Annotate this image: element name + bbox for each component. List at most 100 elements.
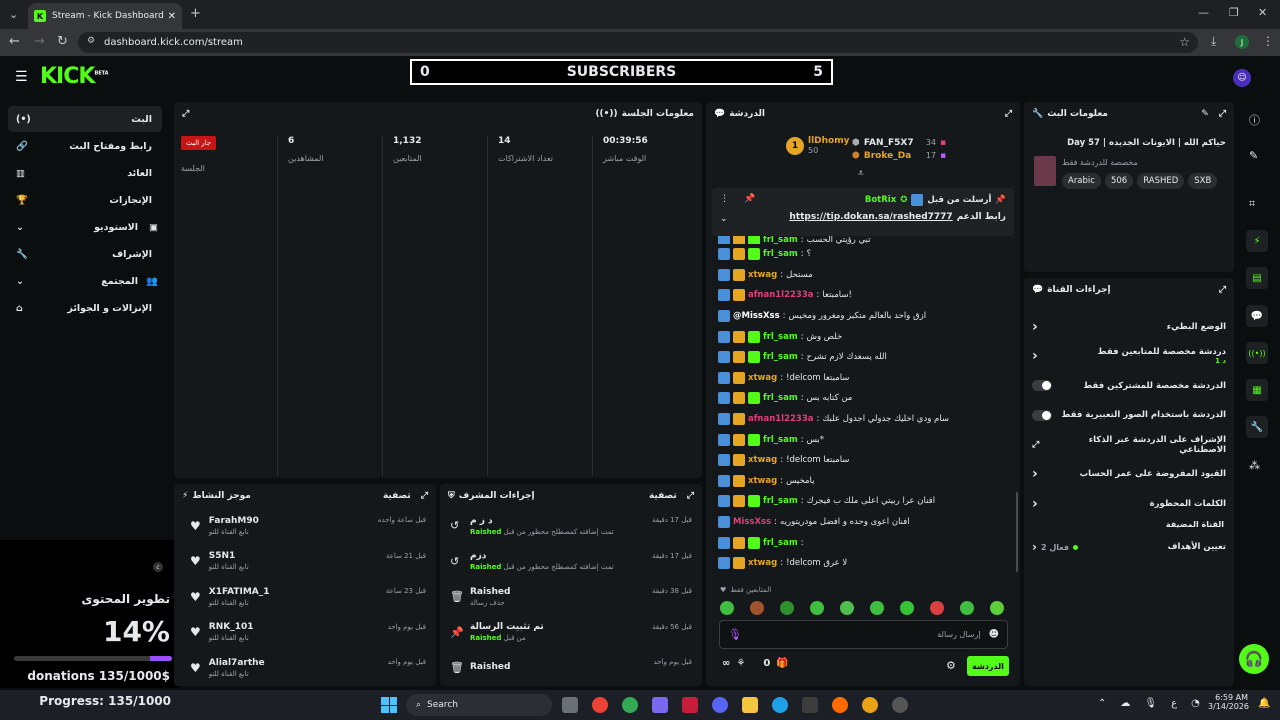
emote-icon[interactable] (840, 601, 854, 615)
channel-action-item[interactable]: الدردشة مخصصة للمشتركين فقط (1024, 371, 1234, 401)
modlog-moderator[interactable]: Raished (470, 563, 501, 571)
puzzle-icon[interactable]: ⁂ (1249, 459, 1260, 472)
emote-icon[interactable] (960, 601, 974, 615)
expand-icon[interactable]: ⤢ (182, 109, 189, 119)
site-info-icon[interactable]: ⚙ (87, 36, 95, 46)
top-gifter-1[interactable]: 1 llDhomy 50 (786, 136, 849, 155)
broadcast-icon[interactable]: ((•)) (1246, 342, 1268, 364)
pinned-link[interactable]: https://tip.dokan.sa/rashed7777 (789, 212, 952, 222)
chrome-icon[interactable] (592, 697, 608, 713)
activity-item[interactable]: ♥ S5N1 تابع القناة للتو قبل 21 ساعة (190, 544, 436, 580)
chat-scrollbar[interactable] (1016, 492, 1018, 572)
chat-icon[interactable]: 💬 (1246, 305, 1268, 327)
collapse-leaderboard-icon[interactable]: ⩡ (858, 168, 864, 179)
tag-chip[interactable]: RASHED (1137, 173, 1185, 189)
chat-username[interactable]: frl_sam (763, 249, 798, 259)
chat-username[interactable]: xtwag (748, 455, 777, 465)
send-chat-button[interactable]: الدردشة (967, 656, 1009, 676)
chat-username[interactable]: afnan1l2233a (748, 414, 814, 424)
layers-icon[interactable]: ▦ (1246, 379, 1268, 401)
activity-item[interactable]: ♥ Alial7arthe تابع القناة للتو قبل يوم واحد (190, 650, 436, 686)
help-support-icon[interactable]: 🎧 (1239, 644, 1269, 674)
language-indicator[interactable]: ع (1171, 698, 1177, 709)
chat-message[interactable]: frl_sam: الله يسعدك لازم تشرح (718, 347, 887, 368)
emote-icon[interactable] (900, 601, 914, 615)
chat-message[interactable]: MissXss: افنان اعوى وحده و افضل مودريتوري… (718, 512, 910, 533)
chat-message[interactable]: @MissXss: ازق واحد بالعالم متكبر ومغرور و… (718, 306, 926, 327)
chevron-down-icon[interactable]: ⌄ (720, 214, 728, 224)
expand-icon[interactable]: ⤢ (1219, 285, 1226, 295)
chat-message[interactable]: xtwag: مستحل (718, 265, 813, 286)
activity-item[interactable]: ♥ RNK_101 تابع القناة للتو قبل يوم واحد (190, 615, 436, 651)
copilot-icon[interactable] (652, 697, 668, 713)
hamburger-menu-icon[interactable]: ☰ (15, 69, 28, 85)
sidebar-item-community[interactable]: ⌄ المجتمع 👥 (8, 268, 162, 294)
chat-username[interactable]: frl_sam (763, 236, 798, 244)
chat-username[interactable]: frl_sam (763, 393, 798, 403)
chat-username[interactable]: xtwag (748, 476, 777, 486)
chat-message[interactable]: frl_sam: تبي رؤيتي الحسب (718, 236, 871, 244)
chat-username[interactable]: frl_sam (763, 332, 798, 342)
edit-pencil-icon[interactable]: ✎ (1201, 109, 1209, 119)
bookmark-star-icon[interactable]: ☆ (1179, 35, 1190, 49)
modlog-item[interactable]: 📌 تم تثبيت الرسالة Raished من قبل قبل 56 دق… (450, 615, 702, 651)
user-avatar[interactable]: ☺ (1233, 69, 1251, 87)
chat-message[interactable]: frl_sam: بس* (718, 429, 824, 450)
cloud-icon[interactable]: ☁ (1120, 698, 1130, 709)
store-icon[interactable] (802, 697, 818, 713)
activity-filter-button[interactable]: تصفية (383, 491, 411, 501)
chat-username[interactable]: xtwag (748, 270, 777, 280)
chat-username[interactable]: frl_sam (763, 352, 798, 362)
pinned-user[interactable]: BotRix (865, 195, 896, 205)
reload-icon[interactable]: ↻ (57, 34, 68, 49)
modlog-moderator[interactable]: Raished (470, 634, 501, 642)
modlog-item[interactable]: ↺ د ز م Raished تمت إضافته كمصطلح محظور من… (450, 508, 702, 544)
expand-icon[interactable]: ⤢ (1219, 109, 1226, 119)
back-icon[interactable]: ← (9, 34, 20, 49)
more-options-icon[interactable]: ⋮ (720, 194, 729, 204)
wifi-icon[interactable]: ◔ (1191, 698, 1200, 709)
channel-action-item[interactable]: › الوضع البطيء (1024, 312, 1234, 342)
discord-icon[interactable] (712, 697, 728, 713)
address-bar[interactable]: ⚙ dashboard.kick.com/stream ☆ (78, 32, 1198, 53)
close-tab-icon[interactable]: ✕ (168, 11, 176, 22)
chat-message[interactable]: xtwag: !delcom لا عرق (718, 553, 847, 574)
notification-bell-icon[interactable]: 🔔 (1258, 698, 1270, 709)
emote-icon[interactable] (990, 601, 1004, 615)
chat-message[interactable]: afnan1l2233a: سام ودي اخليك جدولي اجدول ع… (718, 409, 949, 430)
chat-message[interactable]: frl_sam: ؟ (718, 244, 811, 265)
info-icon[interactable]: ⓘ (1249, 112, 1260, 128)
tag-chip[interactable]: SXB (1188, 173, 1218, 189)
chat-message[interactable]: xtwag: !delcom سامبتعا (718, 368, 849, 389)
channel-action-item[interactable]: ⤢ الإشراف على الدردشة عبر الذكاء الاصطناع… (1024, 430, 1234, 460)
chat-message[interactable]: afnan1l2233a: سامبتعا! (718, 285, 852, 306)
modlog-item[interactable]: 🗑 Raished حذف رسالة قبل 38 دقيقة (450, 579, 702, 615)
chat-username[interactable]: frl_sam (763, 496, 798, 506)
edge-icon[interactable] (772, 697, 788, 713)
emoji-picker-icon[interactable]: ☻ (989, 629, 999, 640)
sidebar-item-revenue[interactable]: ▥ العائد (8, 160, 162, 186)
activity-item[interactable]: ♥ FarahM90 تابع القناة للتو قبل ساعة واحده (190, 508, 436, 544)
sidebar-item-stream-key[interactable]: 🔗 رابط ومفتاح البث (8, 133, 162, 159)
tool-icon[interactable]: 🔧 (1246, 416, 1268, 438)
emote-icon[interactable] (870, 601, 884, 615)
chat-message[interactable]: frl_sam: من كتابه بس (718, 388, 852, 409)
forward-icon[interactable]: → (34, 34, 45, 49)
chat-username[interactable]: MissXss (733, 517, 771, 527)
channel-action-item[interactable]: الدردشة باستخدام الصور التعبيرية فقط (1024, 401, 1234, 431)
sidebar-item-moderation[interactable]: 🔧 الإشراف (8, 241, 162, 267)
modlog-filter-button[interactable]: تصفية (649, 491, 677, 501)
windows-start-icon[interactable] (381, 697, 397, 713)
chat-message[interactable]: xtwag: !delcom سامبتعا (718, 450, 849, 471)
channel-action-item[interactable]: › الكلمات المحظورة (1024, 489, 1234, 519)
chat-input[interactable]: 🎙 إرسال رسالة ☻ (719, 620, 1008, 649)
browser-tab[interactable]: K Stream - Kick Dashboard ✕ (28, 3, 182, 29)
emote-icon[interactable] (750, 601, 764, 615)
file-explorer-icon[interactable] (742, 697, 758, 713)
adobe-icon[interactable] (682, 697, 698, 713)
tag-chip[interactable]: Arabic (1062, 173, 1101, 189)
sidebar-item-stream[interactable]: (•) البث (8, 106, 162, 132)
crop-icon[interactable]: ⌗ (1249, 197, 1255, 211)
modlog-item[interactable]: 🗑 Raished قبل يوم واحد (450, 650, 702, 686)
bolt-icon[interactable]: ⚡ (1246, 230, 1268, 252)
